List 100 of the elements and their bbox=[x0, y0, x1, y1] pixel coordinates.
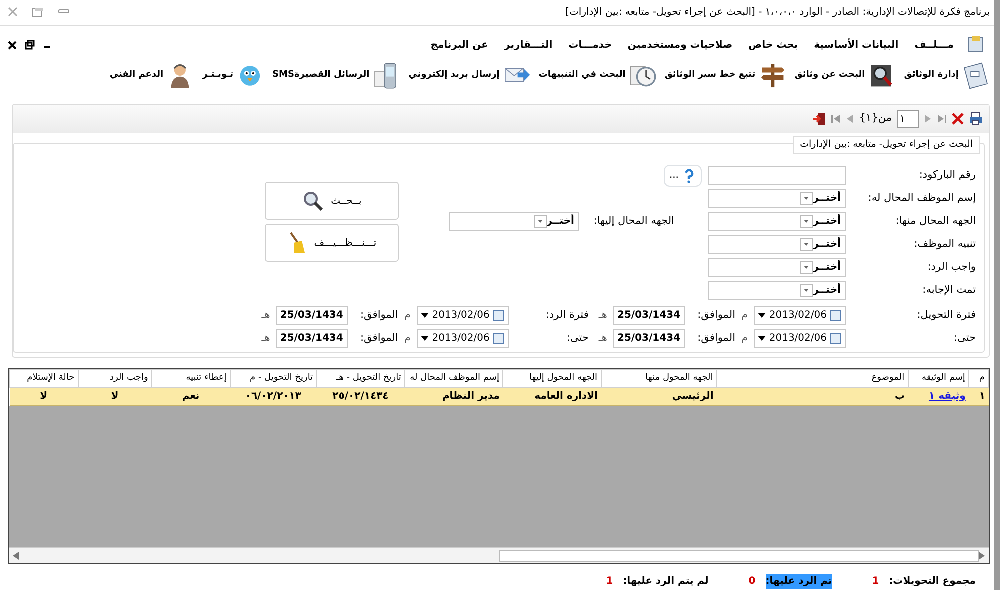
unit-label: م bbox=[404, 330, 411, 346]
summary-label: مجموع التحويلات: bbox=[889, 575, 976, 589]
field-label: إسم الموظف المحال له: bbox=[867, 190, 976, 206]
field-label: حتى: bbox=[953, 330, 976, 346]
column-header[interactable]: الجهه المحول إليها bbox=[502, 370, 602, 388]
menu-item[interactable]: مـــلــف bbox=[912, 38, 956, 52]
restore-icon[interactable] bbox=[25, 40, 35, 50]
clear-button[interactable]: تـــنـــظـــيـــف bbox=[265, 224, 400, 262]
unit-label: م bbox=[741, 330, 748, 346]
table-cell: لا bbox=[40, 391, 48, 402]
group-title: البحث عن إجراء تحويل- متابعه :بين الإدارات bbox=[793, 136, 980, 154]
field-label: تمت الإجابه: bbox=[922, 282, 976, 298]
field-label: الموافق: bbox=[360, 330, 398, 346]
last-page-icon[interactable] bbox=[937, 114, 947, 124]
table-cell: مدير النظام bbox=[442, 391, 500, 402]
calendar-icon bbox=[492, 333, 504, 344]
column-header[interactable]: م bbox=[968, 370, 988, 388]
field-label: واجب الرد: bbox=[926, 260, 976, 275]
field-label: تنبيه الموظف: bbox=[913, 236, 976, 252]
column-header[interactable]: تاريخ التحويل - م bbox=[230, 370, 317, 388]
menu-item[interactable]: خدمـــات bbox=[566, 38, 614, 52]
hijri-date-field[interactable]: 25/03/1434 bbox=[613, 306, 686, 325]
column-header[interactable]: إسم الوثيقه bbox=[908, 370, 969, 388]
column-header[interactable]: الجهه المحول منها bbox=[601, 370, 717, 388]
unit-label: م bbox=[741, 308, 748, 323]
broom-icon bbox=[288, 231, 306, 255]
toolbar-button[interactable]: إدارة الوثائق bbox=[902, 62, 992, 90]
summary-label: لم يتم الرد عليها: bbox=[623, 575, 709, 589]
horizontal-scrollbar[interactable] bbox=[9, 547, 989, 563]
scroll-left-icon[interactable] bbox=[13, 552, 19, 560]
hijri-date-field[interactable]: 25/03/1434 bbox=[613, 329, 686, 348]
dropdown-field[interactable]: أختــر bbox=[708, 189, 846, 208]
unit-label: هـ bbox=[598, 308, 608, 323]
table-cell: الرئيسي bbox=[672, 391, 714, 402]
caret-icon[interactable] bbox=[758, 312, 766, 318]
summary-label: تم الرد عليها: bbox=[766, 574, 832, 589]
dropdown-field[interactable]: أختــر bbox=[708, 235, 846, 254]
date-field[interactable]: 2013/02/06 bbox=[754, 306, 846, 325]
dropdown-field[interactable]: أختــر bbox=[708, 281, 846, 300]
hijri-date-field[interactable]: 25/03/1434 bbox=[276, 329, 348, 348]
column-header[interactable]: إعطاء تنبيه bbox=[152, 370, 230, 388]
window-title: برنامج فكرة للإتصالات الإدارية: الصادر - الوارد ١،٠،٠،٠ - [البحث عن إجراء تحويل- متابعه :بين الإدارات] bbox=[566, 6, 990, 20]
column-header[interactable]: الموضوع bbox=[716, 370, 908, 388]
date-field[interactable]: 2013/02/06 bbox=[416, 306, 509, 325]
search-icon bbox=[303, 191, 324, 211]
unit-label: هـ bbox=[262, 308, 270, 323]
field-label: حتى: bbox=[566, 330, 589, 346]
table-cell: ب bbox=[895, 391, 906, 402]
column-header[interactable]: واجب الرد bbox=[78, 370, 152, 388]
menu-item[interactable]: بحث خاص bbox=[746, 38, 800, 52]
column-header[interactable]: إسم الموظف المحال له bbox=[404, 370, 503, 388]
field-label: رقم الباركود: bbox=[918, 168, 976, 183]
dropdown-field[interactable]: أختــر bbox=[449, 212, 580, 231]
dropdown-field[interactable]: أختــر bbox=[708, 212, 846, 231]
caret-icon[interactable] bbox=[758, 336, 766, 342]
field-label: الجهه المحال منها: bbox=[894, 214, 976, 229]
toolbar-button[interactable]: إرسال بريد إلكتروني bbox=[406, 62, 533, 90]
toolbar-button[interactable]: الرسائل القصيرةSMS bbox=[270, 62, 403, 90]
barcode-field[interactable] bbox=[708, 166, 846, 185]
toolbar-button[interactable]: البحث عن وثائق bbox=[792, 62, 898, 90]
table-cell: ٠٦/٠٢/٢٠١٣ bbox=[245, 391, 302, 402]
search-button[interactable]: بــحــث bbox=[265, 182, 400, 220]
close-icon[interactable] bbox=[8, 40, 17, 50]
page-field[interactable]: ١ bbox=[897, 110, 919, 128]
summary-value: 1 bbox=[606, 575, 614, 589]
menu-item[interactable]: عن البرنامج bbox=[428, 38, 490, 52]
printer-icon[interactable] bbox=[969, 112, 983, 126]
hijri-date-field[interactable]: 25/03/1434 bbox=[276, 306, 348, 325]
table-cell: ١ bbox=[979, 391, 986, 402]
toolbar-button[interactable]: تتبع خط سير الوثائق bbox=[662, 62, 789, 90]
barcode-button[interactable]: ... bbox=[664, 164, 702, 186]
caret-icon[interactable] bbox=[421, 312, 430, 318]
summary-value: 0 bbox=[748, 575, 756, 589]
column-header[interactable]: حالة الإستلام bbox=[10, 370, 78, 388]
table-row[interactable]: ١ وثيقه ١ ب الرئيسي الاداره العامه مدير النظام ٢٥/٠٢/١٤٣٤ ٠٦/٠٢/٢٠١٣ نعم لا لا bbox=[10, 388, 988, 406]
caret-icon[interactable] bbox=[421, 336, 430, 342]
table-cell: ٢٥/٠٢/١٤٣٤ bbox=[332, 391, 389, 402]
date-field[interactable]: 2013/02/06 bbox=[416, 329, 509, 348]
menu-item[interactable]: البيانات الأساسية bbox=[812, 38, 901, 52]
unit-label: هـ bbox=[262, 330, 270, 346]
scrollbar-thumb[interactable] bbox=[499, 550, 979, 562]
date-field[interactable]: 2013/02/06 bbox=[754, 329, 846, 348]
signpost-icon bbox=[758, 62, 787, 90]
toolbar-button[interactable]: الدعم الفني bbox=[108, 62, 197, 90]
menu-item[interactable]: التـــقارير bbox=[502, 38, 555, 52]
toolbar-button[interactable]: البحث في التنبيهات bbox=[536, 62, 659, 90]
exit-door-icon[interactable] bbox=[812, 112, 826, 126]
first-page-icon[interactable] bbox=[831, 114, 842, 124]
field-label: فترة الرد: bbox=[544, 308, 589, 323]
menu-item[interactable]: صلاحيات ومستخدمين bbox=[626, 38, 735, 52]
app-icon bbox=[968, 36, 986, 54]
field-label: الموافق: bbox=[696, 308, 736, 323]
column-header[interactable]: تاريخ التحويل - هـ bbox=[316, 370, 405, 388]
document-link[interactable]: وثيقه ١ bbox=[928, 391, 966, 402]
table-cell: نعم bbox=[182, 391, 200, 402]
calendar-icon bbox=[492, 310, 504, 321]
field-label: الجهه المحال إليها: bbox=[592, 214, 674, 229]
toolbar-button[interactable]: تـويـتـر bbox=[200, 62, 267, 90]
dropdown-field[interactable]: أختــر bbox=[708, 258, 846, 277]
calendar-icon bbox=[830, 310, 841, 321]
